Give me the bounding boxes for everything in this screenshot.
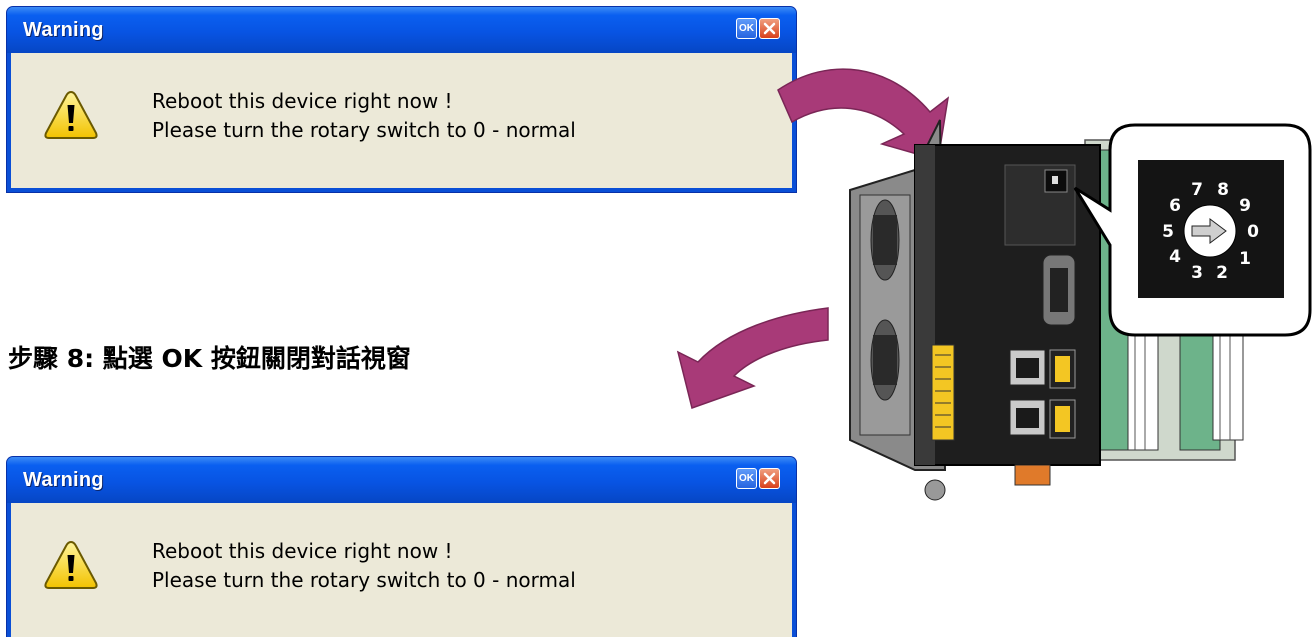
device-illustration: 0 1 2 3 4 5 6 7 8 9 xyxy=(849,119,1312,501)
message-line: Please turn the rotary switch to 0 - nor… xyxy=(152,568,576,592)
step-caption: 步驟 8: 點選 OK 按鈕關閉對話視窗 xyxy=(8,344,411,373)
dialog-body: Reboot this device right now ! Please tu… xyxy=(11,503,792,637)
digit-0: 0 xyxy=(1247,222,1259,242)
close-button[interactable] xyxy=(759,18,780,39)
digit-7: 7 xyxy=(1191,180,1203,200)
controller-body xyxy=(914,144,1101,486)
digit-5: 5 xyxy=(1162,222,1174,242)
dialog-title: Warning xyxy=(23,19,104,41)
dialog-message: Reboot this device right now ! Please tu… xyxy=(152,87,576,145)
digit-4: 4 xyxy=(1169,247,1181,267)
message-line: Reboot this device right now ! xyxy=(152,539,453,563)
digit-9: 9 xyxy=(1239,196,1251,216)
warning-icon xyxy=(44,540,98,589)
title-bar[interactable]: Warning OK xyxy=(7,7,796,53)
rotary-switch-callout[interactable]: 0 1 2 3 4 5 6 7 8 9 xyxy=(1073,123,1312,337)
digit-8: 8 xyxy=(1217,180,1229,200)
digit-2: 2 xyxy=(1216,263,1228,283)
digit-3: 3 xyxy=(1191,263,1203,283)
digit-6: 6 xyxy=(1169,196,1181,216)
message-line: Please turn the rotary switch to 0 - nor… xyxy=(152,118,576,142)
message-line: Reboot this device right now ! xyxy=(152,89,453,113)
warning-icon xyxy=(44,90,98,139)
dialog-title: Warning xyxy=(23,469,104,491)
dialog-message: Reboot this device right now ! Please tu… xyxy=(152,537,576,595)
close-icon xyxy=(763,22,776,35)
ok-button[interactable]: OK xyxy=(736,18,757,39)
digit-1: 1 xyxy=(1239,249,1251,269)
